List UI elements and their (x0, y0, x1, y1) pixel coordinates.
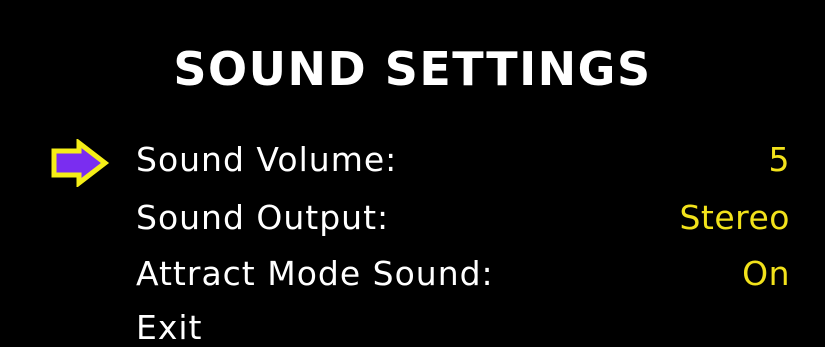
sound-settings-screen: SOUND SETTINGS Sound Volume: 5 Sound Out… (0, 0, 825, 347)
menu-title: SOUND SETTINGS (173, 42, 652, 96)
menu-item-label: Exit (136, 308, 203, 347)
menu-item-label: Sound Output: (136, 198, 390, 237)
menu-item-value: Stereo (679, 198, 790, 237)
menu-item-value: 5 (768, 140, 790, 179)
menu-item-label: Sound Volume: (136, 140, 398, 179)
menu-item-sound-output[interactable]: Sound Output: Stereo (0, 192, 825, 244)
menu-item-attract-mode-sound[interactable]: Attract Mode Sound: On (0, 248, 825, 300)
menu-item-label: Attract Mode Sound: (136, 254, 494, 293)
menu-item-sound-volume[interactable]: Sound Volume: 5 (0, 134, 825, 186)
menu-item-exit[interactable]: Exit (0, 302, 825, 347)
menu-item-value: On (742, 254, 790, 293)
